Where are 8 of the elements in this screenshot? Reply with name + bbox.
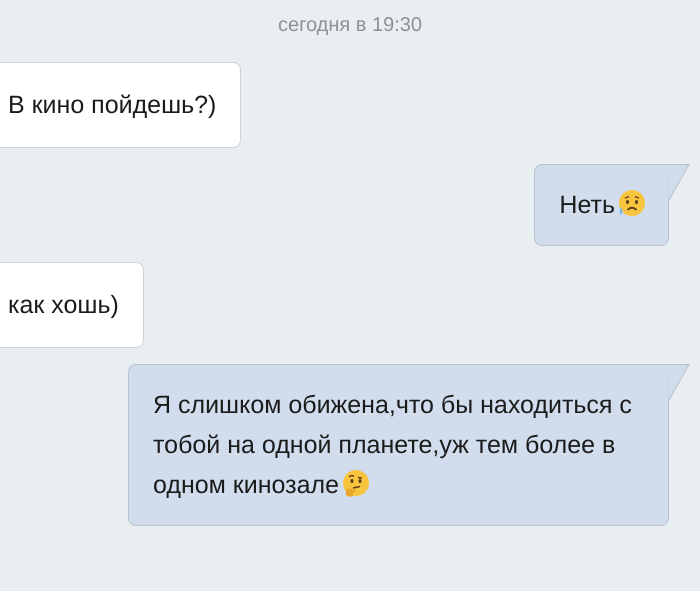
received-message-bubble: В кино пойдешь?)	[0, 62, 242, 148]
bubble-tail	[668, 164, 690, 202]
sent-message-bubble: Неть	[534, 164, 669, 246]
sent-message-bubble: Я слишком обижена,что бы находиться с тобой на одной планете,уж тем более в одном кинозале	[128, 364, 669, 526]
received-message-bubble: как хошь)	[0, 262, 144, 348]
bubble-tail	[668, 364, 690, 402]
sad-face-icon	[616, 189, 646, 219]
date-header: сегодня в 19:30	[277, 13, 423, 38]
